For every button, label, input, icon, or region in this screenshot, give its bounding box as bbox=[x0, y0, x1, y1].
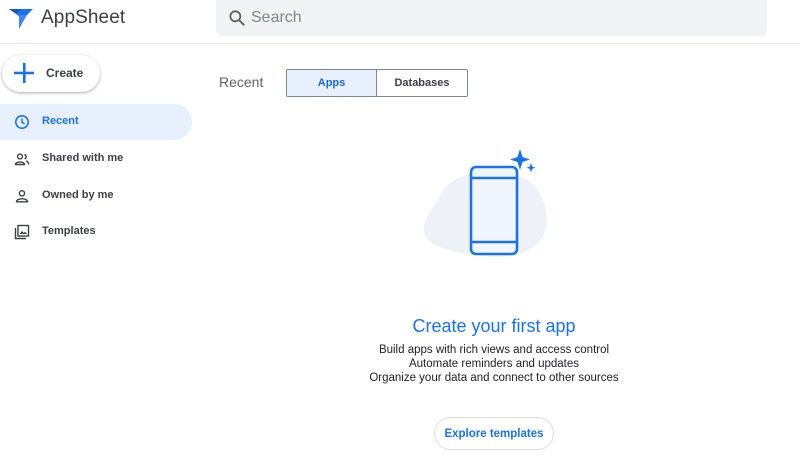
empty-state-title: Create your first app bbox=[412, 316, 576, 336]
search-input[interactable] bbox=[251, 6, 751, 30]
sidebar-item-label: Shared with me bbox=[42, 152, 124, 164]
templates-icon bbox=[14, 224, 30, 240]
sidebar-item-label: Owned by me bbox=[42, 189, 114, 201]
create-button[interactable]: Create bbox=[2, 55, 100, 92]
sidebar-item-recent[interactable]: Recent bbox=[0, 104, 192, 140]
page-title: Recent bbox=[219, 74, 264, 90]
sidebar-item-templates[interactable]: Templates bbox=[0, 214, 192, 250]
view-toggle: Apps Databases bbox=[286, 69, 468, 97]
sidebar-item-owned-by-me[interactable]: Owned by me bbox=[0, 178, 192, 214]
people-icon bbox=[14, 153, 30, 166]
empty-state-line: Build apps with rich views and access co… bbox=[378, 344, 610, 356]
phone-illustration-icon bbox=[423, 149, 547, 257]
create-button-label: Create bbox=[46, 66, 84, 80]
empty-state-line: Organize your data and connect to other … bbox=[369, 372, 619, 384]
app-name: AppSheet bbox=[41, 7, 126, 28]
sidebar-item-shared-with-me[interactable]: Shared with me bbox=[0, 141, 192, 177]
plus-icon bbox=[14, 63, 34, 83]
person-icon bbox=[15, 190, 29, 203]
sidebar-item-label: Recent bbox=[42, 115, 79, 127]
clock-icon bbox=[15, 115, 29, 129]
empty-state-line: Automate reminders and updates bbox=[408, 358, 580, 370]
search-icon bbox=[229, 10, 245, 26]
top-bar: AppSheet bbox=[0, 0, 800, 44]
tab-apps[interactable]: Apps bbox=[287, 70, 377, 96]
appsheet-logo-icon[interactable] bbox=[8, 6, 34, 30]
tab-databases[interactable]: Databases bbox=[377, 70, 467, 96]
explore-templates-button[interactable]: Explore templates bbox=[434, 417, 554, 450]
sidebar-item-label: Templates bbox=[42, 225, 96, 237]
